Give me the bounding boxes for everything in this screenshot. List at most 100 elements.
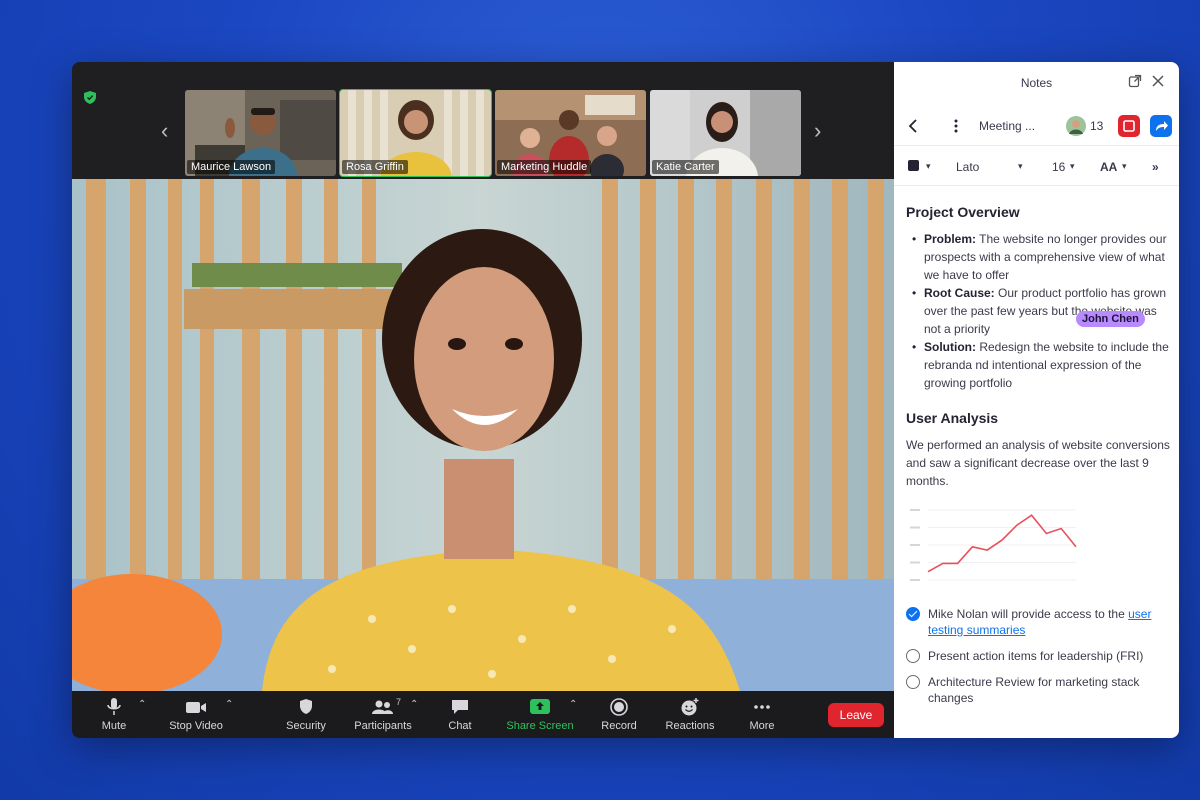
task-text: Present action items for leadership (FRI… [928,649,1144,663]
active-speaker-video [72,179,894,691]
meeting-toolbar: Mute ⌃ Stop Video ⌃ Security Participant… [72,691,894,738]
avatar [1066,116,1086,136]
share-arrow-icon [1156,121,1168,131]
chart-tick-label [910,544,920,546]
list-item: Problem: The website no longer provides … [912,230,1172,284]
security-shield-icon [300,699,312,714]
font-size-select[interactable]: 16 [1052,160,1065,174]
back-chevron-icon[interactable] [908,119,918,133]
notes-panel: Notes Meeting ... 13 ▾ Lato ▾ 16 ▾ AA ▾ … [894,62,1179,738]
participant-tile-marketing-huddle[interactable]: Marketing Huddle [495,90,646,176]
more-dots-icon [754,705,770,709]
section-heading-user-analysis: User Analysis [906,410,999,426]
security-button[interactable]: Security [280,696,332,736]
document-name[interactable]: Meeting ... [979,119,1035,133]
notes-header: Notes [894,62,1179,104]
conversion-line-chart [910,509,1077,581]
chat-button[interactable]: Chat [440,696,480,736]
share-button[interactable] [1150,115,1172,137]
chart-series-line [927,514,1077,573]
close-icon[interactable] [1151,74,1165,88]
list-item-label: Problem: [924,232,977,246]
notes-nav-bar: Meeting ... 13 [894,106,1179,146]
more-button[interactable]: More [742,696,782,736]
record-button[interactable]: Record [596,696,642,736]
chart-gridlines [910,509,1076,581]
list-item: Solution: Redesign the website to includ… [912,338,1172,392]
text-size-icon[interactable]: AA [1100,160,1117,174]
stop-sharing-button[interactable] [1118,115,1140,137]
text-size-chevron-icon[interactable]: ▾ [1122,161,1127,172]
share-screen-label: Share Screen [506,720,574,732]
list-item-label: Solution: [924,340,976,354]
audio-options-chevron-icon[interactable]: ⌃ [138,699,146,710]
section-heading-project-overview: Project Overview [906,204,1020,220]
task-checkbox[interactable] [906,649,920,663]
video-options-chevron-icon[interactable]: ⌃ [225,699,233,710]
task-item: Present action items for leadership (FRI… [906,648,1172,664]
participant-name: Katie Carter [652,160,719,174]
microphone-icon [107,698,121,715]
task-item: Mike Nolan will provide access to the us… [906,606,1172,638]
text-color-chevron-icon[interactable]: ▾ [926,161,931,172]
stop-video-label: Stop Video [169,720,223,732]
formatting-toolbar: ▾ Lato ▾ 16 ▾ AA ▾ » [894,146,1179,186]
participant-name: Rosa Griffin [342,160,408,174]
mute-button[interactable]: Mute [92,696,136,736]
participant-tile-maurice[interactable]: Maurice Lawson [185,90,336,176]
stop-video-button[interactable]: Stop Video [164,696,228,736]
video-camera-icon [186,702,206,713]
participants-options-chevron-icon[interactable]: ⌃ [410,699,418,710]
collaborator-cursor-label: John Chen [1076,311,1145,327]
chart-tick-label [910,579,920,581]
more-label: More [749,720,775,732]
task-checkbox[interactable] [906,607,920,621]
participants-label: Participants [354,720,412,732]
participant-tile-katie[interactable]: Katie Carter [650,90,801,176]
chat-label: Chat [448,720,472,732]
encryption-shield-icon [84,91,96,104]
meeting-area: ‹ Maurice Lawson Rosa Griffin Marketing … [72,62,894,738]
chart-tick-label [910,561,920,564]
participant-strip: ‹ Maurice Lawson Rosa Griffin Marketing … [72,62,894,179]
reactions-button[interactable]: Reactions [662,696,718,736]
share-options-chevron-icon[interactable]: ⌃ [569,699,577,710]
chart-tick-label [910,526,920,529]
task-item: Architecture Review for marketing stack … [906,674,1172,706]
share-screen-icon [530,699,550,714]
participant-tile-rosa[interactable]: Rosa Griffin [339,89,492,177]
list-item-label: Root Cause: [924,286,995,300]
stop-square-icon [1123,120,1135,132]
more-format-chevrons-icon[interactable]: » [1152,160,1159,174]
participant-name: Maurice Lawson [187,160,276,174]
leave-button[interactable]: Leave [828,703,884,727]
participants-button[interactable]: Participants [350,696,416,736]
font-family-select[interactable]: Lato [956,160,979,174]
kebab-menu-icon[interactable] [954,118,958,134]
collaborators-count: 13 [1090,119,1104,133]
pop-out-icon[interactable] [1128,74,1142,88]
collaborators-badge[interactable]: 13 [1066,114,1103,138]
participants-count: 7 [396,697,402,707]
participant-name: Marketing Huddle [497,160,592,174]
strip-prev-chevron-icon[interactable]: ‹ [161,120,168,142]
task-checkbox[interactable] [906,675,920,689]
font-size-chevron-icon[interactable]: ▾ [1070,161,1075,172]
chart-tick-label [910,509,920,511]
record-icon [610,698,628,716]
task-text: Mike Nolan will provide access to the [928,607,1129,621]
reactions-smiley-icon [681,698,699,716]
share-screen-button[interactable]: Share Screen [502,696,578,736]
task-list: Mike Nolan will provide access to the us… [906,606,1172,706]
strip-next-chevron-icon[interactable]: › [814,120,821,142]
record-label: Record [601,720,637,732]
mute-label: Mute [101,720,127,732]
participants-icon [372,700,393,714]
chat-bubble-icon [452,700,468,714]
user-analysis-paragraph: We performed an analysis of website conv… [906,438,1170,488]
font-family-chevron-icon[interactable]: ▾ [1018,161,1023,172]
notes-document[interactable]: Project Overview Problem: The website no… [906,190,1172,738]
text-color-swatch[interactable] [908,160,919,171]
zoom-window: ‹ Maurice Lawson Rosa Griffin Marketing … [72,62,1179,738]
reactions-label: Reactions [665,720,715,732]
